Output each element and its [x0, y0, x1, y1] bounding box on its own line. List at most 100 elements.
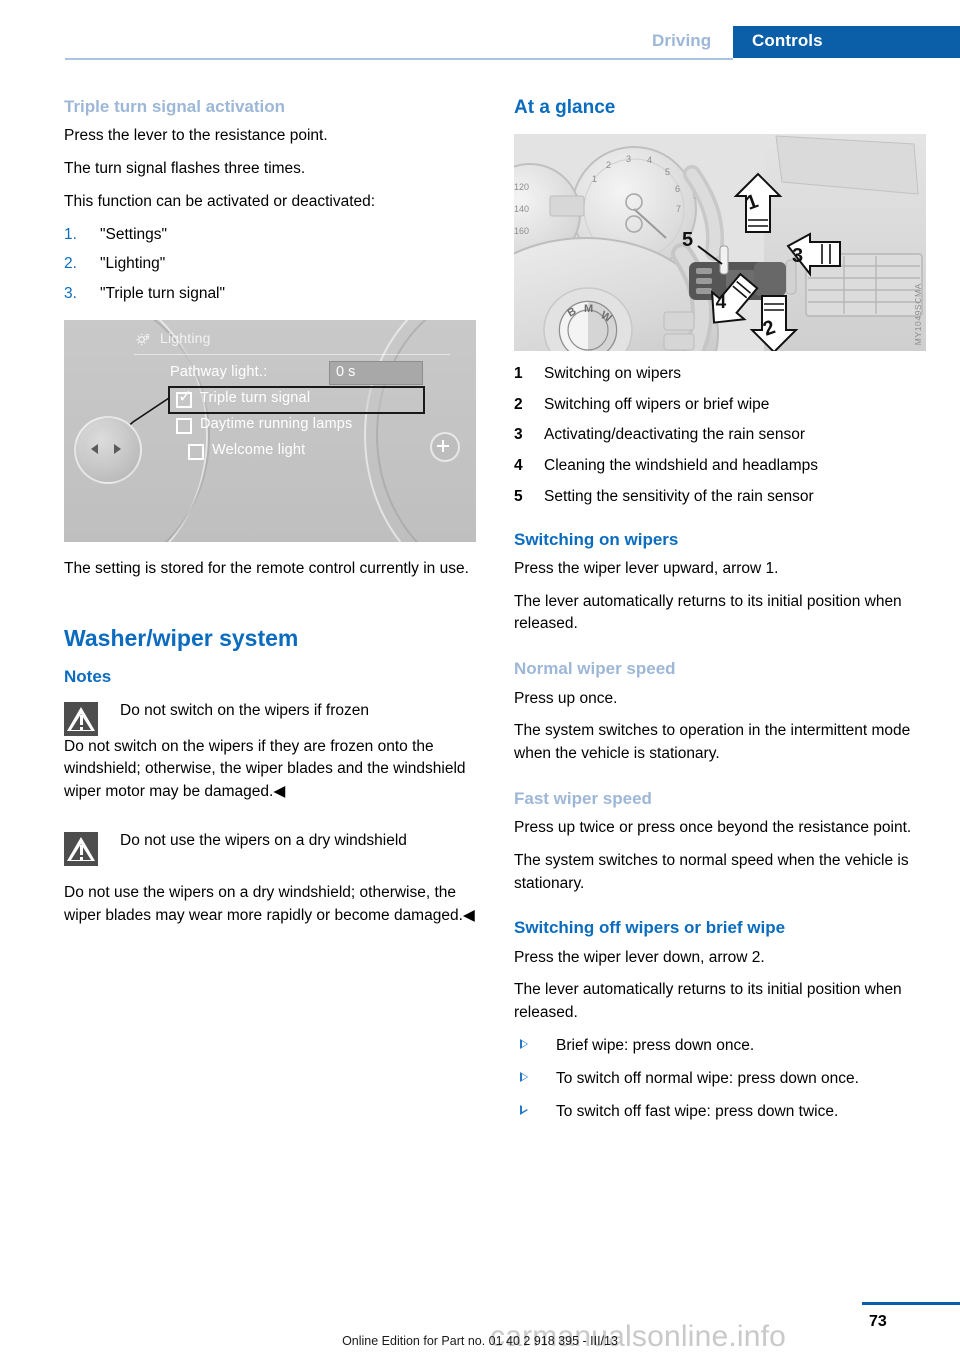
paragraph-press-lever: Press the lever to the resistance point. — [64, 127, 328, 145]
heading-fast-wiper-speed: Fast wiper speed — [514, 788, 652, 808]
heading-normal-wiper-speed: Normal wiper speed — [514, 659, 676, 679]
svg-text:3: 3 — [792, 245, 803, 267]
step-label: "Triple turn signal" — [100, 285, 226, 303]
bullet-label: To switch off normal wipe: press down on… — [556, 1069, 859, 1087]
svg-text:6: 6 — [675, 184, 680, 194]
svg-text:3: 3 — [626, 154, 631, 164]
legend-number: 4 — [514, 457, 523, 475]
controller-arrow-left-icon — [91, 443, 98, 454]
triangle-bullet-icon — [520, 1104, 528, 1115]
warning-note-dry-windshield: Do not use the wipers on a dry windshiel… — [64, 830, 476, 928]
heading-switching-on-wipers: Switching on wipers — [514, 529, 679, 549]
svg-text:5: 5 — [682, 229, 693, 251]
bullet-label: To switch off fast wipe: press down twic… — [556, 1102, 839, 1120]
triangle-bullet-icon — [520, 1039, 528, 1050]
svg-text:1: 1 — [592, 174, 597, 184]
list-item: 2 Switching off wipers or brief wipe — [514, 394, 926, 417]
page-number: 73 — [869, 1313, 887, 1330]
header-divider — [65, 58, 733, 60]
paragraph-press-lever-upward: Press the wiper lever upward, arrow 1. — [514, 559, 779, 577]
figure-legend: 1 Switching on wipers 2 Switching off wi… — [514, 363, 926, 509]
heading-switching-off-wipers: Switching off wipers or brief wipe — [514, 918, 786, 938]
step-number: 1. — [64, 225, 77, 243]
footer-divider — [862, 1302, 960, 1305]
svg-text:4: 4 — [716, 292, 727, 313]
idrive-menu-title: Lighting — [160, 329, 211, 346]
warning-body: Do not use the wipers on a dry windshiel… — [64, 883, 475, 924]
heading-washer-wiper-system: Washer/wiper system — [64, 624, 299, 651]
checkbox-daytime-running-lamps[interactable] — [176, 417, 192, 434]
footer-edition-text: Online Edition for Part no. 01 40 2 918 … — [342, 1334, 618, 1348]
page-header: Driving Controls — [0, 0, 960, 72]
svg-text:160: 160 — [514, 226, 529, 236]
paragraph-can-be-activated: This function can be activated or deacti… — [64, 192, 376, 210]
svg-text:140: 140 — [514, 204, 529, 214]
list-item: Brief wipe: press down once. — [514, 1035, 926, 1058]
svg-text:4: 4 — [647, 155, 652, 165]
svg-text:120: 120 — [514, 182, 529, 192]
figure-image-code: MY1049SCMA — [913, 282, 923, 345]
paragraph-press-up-twice: Press up twice or press once beyond the … — [514, 819, 912, 837]
warning-body: Do not switch on the wipers if they are … — [64, 737, 466, 801]
idrive-row-triple-turn-signal[interactable]: Triple turn signal — [200, 390, 310, 406]
legend-label: Switching on wipers — [544, 364, 681, 382]
gear-icon — [136, 333, 150, 346]
svg-text:2: 2 — [606, 160, 611, 170]
legend-number: 5 — [514, 487, 523, 505]
paragraph-setting-stored: The setting is stored for the remote con… — [64, 559, 469, 577]
checkbox-welcome-light[interactable] — [188, 443, 204, 460]
step-label: "Lighting" — [100, 255, 166, 273]
list-item: 1. "Settings" — [64, 224, 476, 247]
list-item: 1 Switching on wipers — [514, 363, 926, 386]
legend-label: Switching off wipers or brief wipe — [544, 395, 770, 413]
warning-triangle-icon — [64, 831, 98, 866]
left-column: Triple turn signal activation Press the … — [64, 96, 476, 931]
paragraph-press-lever-down: Press the wiper lever down, arrow 2. — [514, 948, 765, 966]
heading-notes: Notes — [64, 667, 112, 687]
svg-text:5: 5 — [665, 167, 670, 177]
controller-arrow-right-icon — [114, 443, 121, 454]
list-item: 2. "Lighting" — [64, 253, 476, 276]
heading-triple-turn-signal: Triple turn signal activation — [64, 97, 286, 116]
figure-wiper-lever-callouts: 12 34 56 7 120 140 160 B M W 1 2 3 4 5 M… — [514, 133, 926, 351]
list-item: To switch off normal wipe: press down on… — [514, 1068, 926, 1091]
legend-number: 3 — [514, 426, 523, 444]
legend-label: Setting the sensitivity of the rain sens… — [544, 487, 814, 505]
legend-label: Cleaning the windshield and headlamps — [544, 457, 819, 475]
legend-label: Activating/deactivating the rain sensor — [544, 426, 806, 444]
idrive-controller-knob-inner — [82, 423, 130, 472]
warning-note-frozen: Do not switch on the wipers if frozen Do… — [64, 700, 476, 804]
step-number: 2. — [64, 255, 77, 273]
idrive-row-pathway-light-label[interactable]: Pathway light.: — [170, 364, 267, 380]
warning-spacer — [64, 808, 476, 830]
paragraph-normal-speed-stationary: The system switches to normal speed when… — [514, 851, 909, 892]
svg-text:7: 7 — [676, 204, 681, 214]
heading-at-a-glance: At a glance — [514, 97, 616, 118]
figure-idrive-lighting-menu: Lighting Pathway light.: 0 s ✓ Triple tu… — [64, 319, 476, 542]
idrive-row-daytime-running-lamps[interactable]: Daytime running lamps — [200, 416, 353, 432]
list-item: 4 Cleaning the windshield and headlamps — [514, 455, 926, 478]
pathway-light-value: 0 s — [336, 363, 356, 380]
checkbox-triple-turn-signal[interactable] — [176, 391, 192, 408]
dashboard-illustration: 12 34 56 7 120140160 B M W 1 2 3 4 5 — [514, 133, 926, 351]
plus-button-icon[interactable] — [430, 431, 460, 462]
list-item: 5 Setting the sensitivity of the rain se… — [514, 486, 926, 509]
paragraph-lever-returns-2: The lever automatically returns to its i… — [514, 981, 902, 1022]
warning-title: Do not use the wipers on a dry windshiel… — [120, 831, 407, 849]
right-column: At a glance 1 2 3 4 5 6 7 120 140 160 B … — [514, 96, 926, 1133]
idrive-row-welcome-light[interactable]: Welcome light — [212, 442, 305, 458]
paragraph-intermittent-mode: The system switches to operation in the … — [514, 722, 911, 763]
tab-driving[interactable]: Driving — [652, 31, 711, 51]
warning-triangle-icon — [64, 701, 98, 736]
tab-controls[interactable]: Controls — [752, 31, 823, 51]
step-label: "Settings" — [100, 225, 168, 243]
idrive-title-divider — [134, 353, 450, 355]
paragraph-press-up-once: Press up once. — [514, 689, 618, 707]
svg-text:M: M — [584, 303, 593, 315]
paragraph-lever-returns-1: The lever automatically returns to its i… — [514, 592, 902, 633]
